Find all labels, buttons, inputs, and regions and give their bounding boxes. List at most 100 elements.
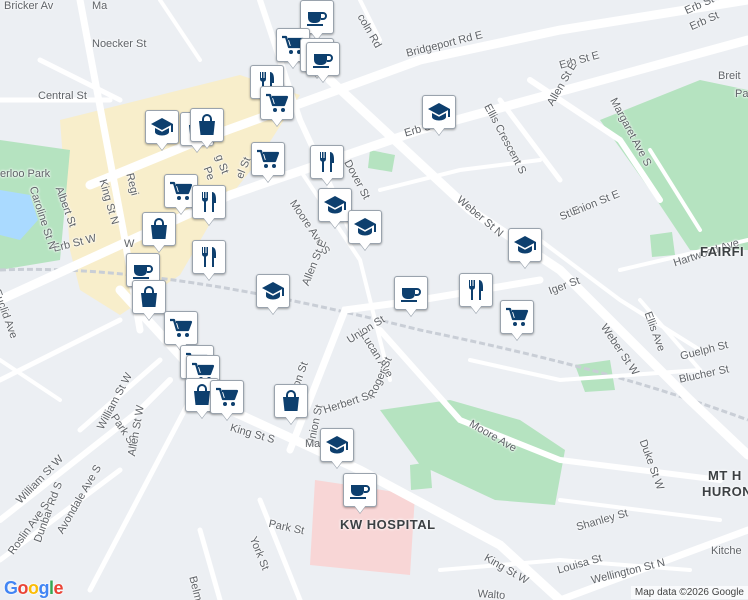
logo-letter: G: [4, 578, 18, 598]
map-canvas[interactable]: Bricker Av Noecker St Central St Bridgeport…: [0, 0, 748, 600]
marker-pointer: [287, 60, 299, 68]
marker-pointer: [203, 217, 215, 225]
shopping-bag-icon: [151, 218, 167, 239]
marker-pointer: [271, 118, 283, 126]
marker-shopping-bag[interactable]: [274, 384, 308, 424]
marker-coffee[interactable]: [343, 473, 377, 513]
marker-pointer: [321, 177, 333, 185]
marker-box: [343, 473, 377, 507]
marker-restaurant[interactable]: [192, 185, 226, 225]
area-label: FAIRFI: [700, 244, 745, 259]
street-label: Pa: [735, 88, 748, 100]
shopping-bag-icon: [283, 390, 299, 411]
logo-letter: e: [53, 578, 64, 598]
shopping-cart-icon: [506, 307, 529, 326]
street-label: erloo Park: [0, 168, 51, 180]
marker-shopping-bag[interactable]: [142, 212, 176, 252]
coffee-icon: [307, 12, 327, 26]
marker-box: [500, 300, 534, 334]
small-park-4: [650, 232, 675, 257]
marker-coffee[interactable]: [306, 42, 340, 82]
coffee-icon: [401, 288, 421, 302]
restaurant-icon: [320, 152, 334, 172]
marker-box: [251, 142, 285, 176]
street-label: Breit: [718, 70, 741, 82]
marker-box: [306, 42, 340, 76]
marker-box: [256, 274, 290, 308]
marker-pointer: [405, 308, 417, 316]
marker-restaurant[interactable]: [459, 273, 493, 313]
marker-box: [394, 276, 428, 310]
area-label: MT H: [708, 468, 742, 483]
map-attribution[interactable]: Map data ©2026 Google: [630, 586, 748, 599]
marker-school[interactable]: [320, 428, 354, 468]
marker-school[interactable]: [348, 210, 382, 250]
small-park-3: [410, 462, 432, 490]
marker-shopping-cart[interactable]: [251, 142, 285, 182]
marker-restaurant[interactable]: [192, 240, 226, 280]
school-icon: [326, 436, 348, 454]
restaurant-icon: [202, 247, 216, 267]
logo-letter: o: [28, 578, 39, 598]
street-label: Ma: [305, 438, 321, 450]
coffee-icon: [133, 265, 153, 279]
marker-shopping-cart[interactable]: [210, 380, 244, 420]
marker-box: [145, 110, 179, 144]
marker-school[interactable]: [256, 274, 290, 314]
marker-pointer: [196, 410, 208, 418]
marker-box: [260, 86, 294, 120]
marker-pointer: [329, 220, 341, 228]
street-label: Kitche: [711, 545, 742, 557]
school-icon: [151, 118, 173, 136]
marker-box: [508, 228, 542, 262]
marker-pointer: [359, 242, 371, 250]
marker-box: [132, 280, 166, 314]
marker-box: [164, 311, 198, 345]
street-label: Central St: [38, 90, 87, 102]
shopping-cart-icon: [257, 149, 280, 168]
marker-box: [192, 185, 226, 219]
logo-letter: g: [38, 578, 50, 598]
marker-pointer: [143, 312, 155, 320]
shopping-bag-icon: [141, 286, 157, 307]
marker-pointer: [511, 332, 523, 340]
school-icon: [324, 196, 346, 214]
marker-box: [459, 273, 493, 307]
school-icon: [428, 103, 450, 121]
marker-pointer: [203, 272, 215, 280]
street-label: Noecker St: [92, 38, 147, 50]
marker-school[interactable]: [422, 95, 456, 135]
restaurant-icon: [202, 192, 216, 212]
google-logo: Google: [4, 578, 64, 599]
marker-school[interactable]: [145, 110, 179, 150]
marker-school[interactable]: [508, 228, 542, 268]
shopping-cart-icon: [170, 181, 193, 200]
marker-pointer: [262, 174, 274, 182]
shopping-cart-icon: [170, 318, 193, 337]
marker-box: [422, 95, 456, 129]
school-icon: [262, 282, 284, 300]
marker-school[interactable]: [318, 188, 352, 228]
logo-letter: o: [17, 578, 29, 598]
street-label: Walto: [477, 588, 506, 600]
marker-restaurant[interactable]: [310, 145, 344, 185]
marker-box: [310, 145, 344, 179]
marker-shopping-bag[interactable]: [132, 280, 166, 320]
marker-pointer: [175, 206, 187, 214]
marker-pointer: [470, 305, 482, 313]
marker-box: [190, 108, 224, 142]
marker-coffee[interactable]: [394, 276, 428, 316]
coffee-icon: [313, 54, 333, 68]
school-icon: [354, 218, 376, 236]
marker-pointer: [285, 416, 297, 424]
marker-box: [210, 380, 244, 414]
marker-shopping-cart[interactable]: [500, 300, 534, 340]
marker-pointer: [201, 140, 213, 148]
marker-pointer: [331, 460, 343, 468]
marker-pointer: [519, 260, 531, 268]
school-icon: [514, 236, 536, 254]
marker-shopping-cart[interactable]: [260, 86, 294, 126]
street-label: Bricker Av: [4, 0, 54, 12]
marker-shopping-bag[interactable]: [190, 108, 224, 148]
marker-pointer: [433, 127, 445, 135]
